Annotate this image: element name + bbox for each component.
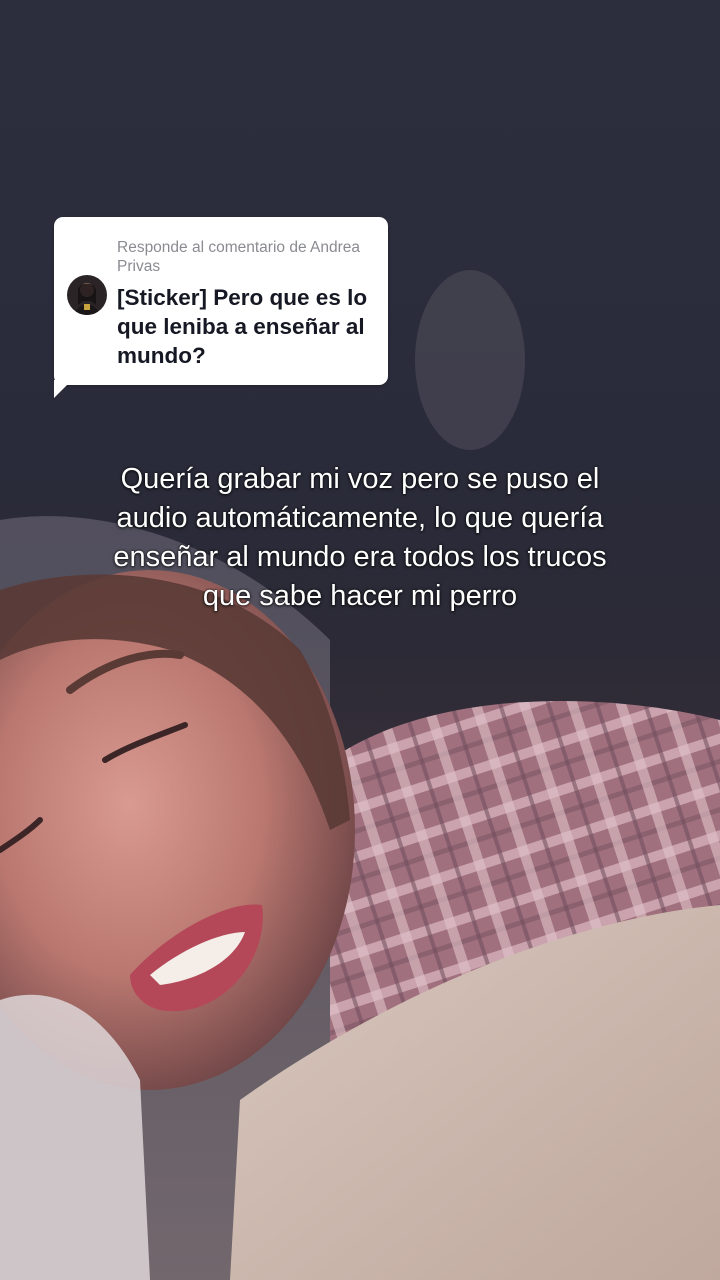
reply-comment-text: [Sticker] Pero que es lo que leniba a en… (117, 285, 368, 368)
commenter-avatar (67, 275, 107, 315)
reply-comment-card[interactable]: Responde al comentario de Andrea Privas … (54, 217, 388, 385)
reply-card-tail (54, 380, 72, 398)
avatar-icon (67, 275, 107, 315)
video-background-image (0, 270, 720, 1280)
reply-header-text: Responde al comentario de Andrea Privas (117, 239, 360, 275)
video-caption: Quería grabar mi voz pero se puso el aud… (113, 463, 607, 612)
video-frame[interactable]: Responde al comentario de Andrea Privas … (0, 0, 720, 1280)
